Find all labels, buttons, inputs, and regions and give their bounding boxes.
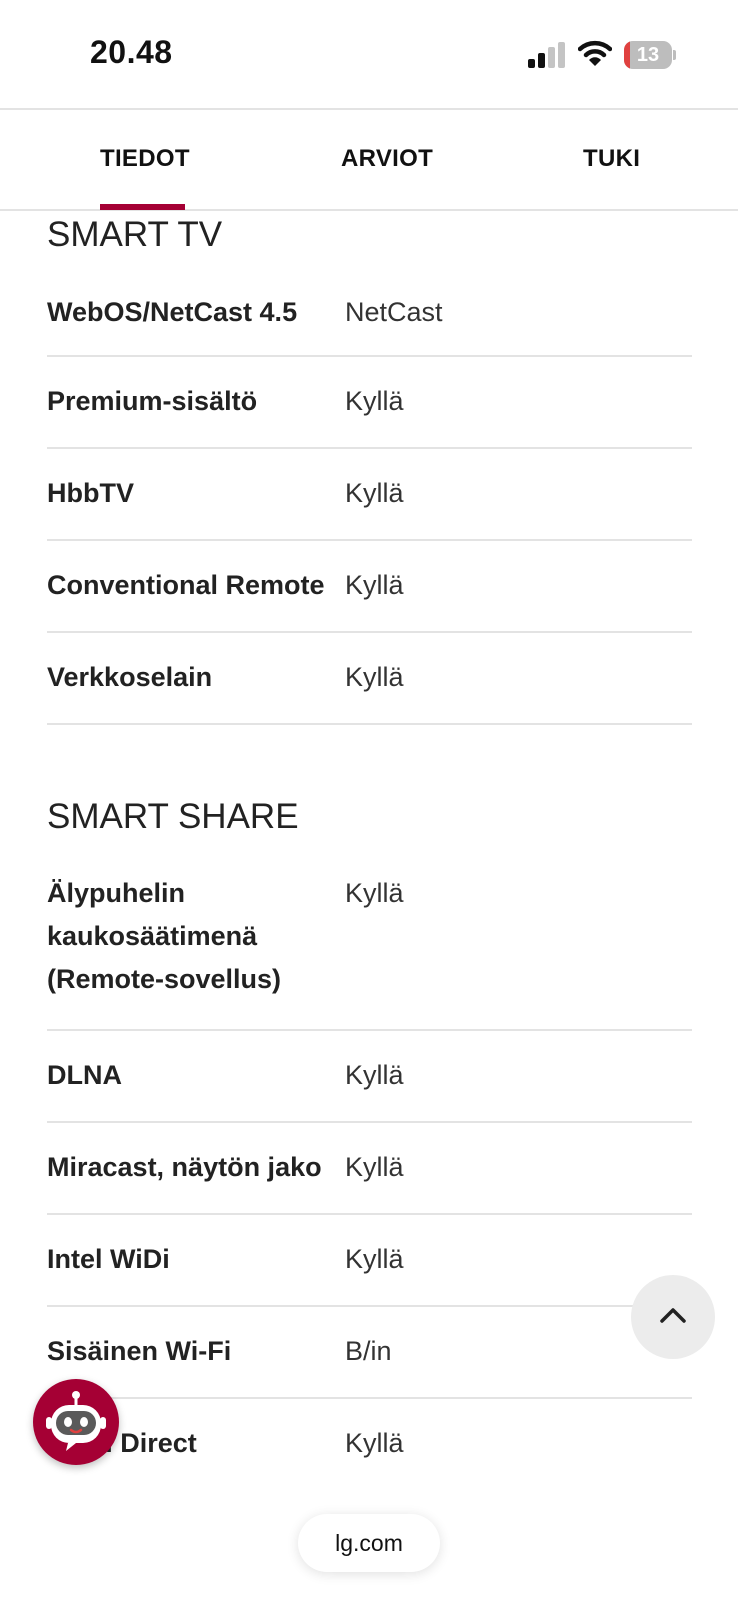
spec-row: Wi-Fi Direct Kyllä [47,1399,692,1491]
status-bar: 20.48 13 [0,0,738,110]
spec-label: Älypuhelin kaukosäätimenä (Remote-sovell… [47,878,282,994]
status-time: 20.48 [90,34,173,70]
spec-value: Kyllä [345,386,404,416]
spec-row: Älypuhelin kaukosäätimenä (Remote-sovell… [47,849,692,1031]
active-tab-indicator [100,204,185,210]
spec-label: Premium-sisältö [47,386,258,416]
spec-row: Miracast, näytön jako Kyllä [47,1123,692,1215]
spec-label: Sisäinen Wi-Fi [47,1336,232,1366]
spec-label: Conventional Remote [47,570,325,600]
spec-value: Kyllä [345,1152,404,1182]
battery-level: 13 [636,44,660,66]
signal-icon [528,42,565,68]
spec-label: Intel WiDi [47,1244,170,1274]
spec-value: Kyllä [345,1060,404,1090]
spec-value: Kyllä [345,478,404,508]
spec-row: Verkkoselain Kyllä [47,633,692,725]
chatbot-button[interactable] [33,1379,119,1465]
spec-value: B/in [345,1336,392,1366]
battery-body: 13 [624,41,672,69]
spec-label: Miracast, näytön jako [47,1152,322,1182]
chevron-up-icon [660,1308,686,1323]
spec-value: Kyllä [345,570,404,600]
spec-label: HbbTV [47,478,134,508]
spec-row: WebOS/NetCast 4.5 NetCast [47,267,692,357]
section-title-smart-tv: SMART TV [47,215,223,254]
spec-value: Kyllä [345,1428,404,1458]
spec-row: Intel WiDi Kyllä [47,1215,692,1307]
spec-row: HbbTV Kyllä [47,449,692,541]
spec-label: WebOS/NetCast 4.5 [47,297,298,327]
spec-value: Kyllä [345,878,404,908]
tab-arviot[interactable]: ARVIOT [341,145,433,173]
spec-content[interactable]: SMART TV WebOS/NetCast 4.5 NetCast Premi… [0,213,738,1600]
tab-tuki[interactable]: TUKI [583,145,640,173]
spec-value: Kyllä [345,662,404,692]
spec-row: DLNA Kyllä [47,1031,692,1123]
scroll-to-top-button[interactable] [631,1275,715,1359]
chatbot-icon [46,1391,106,1451]
spec-value: Kyllä [345,1244,404,1274]
spec-row: Conventional Remote Kyllä [47,541,692,633]
wifi-icon [578,40,612,66]
tab-tiedot[interactable]: TIEDOT [100,145,190,173]
spec-row: Premium-sisältö Kyllä [47,357,692,449]
browser-url-bar[interactable]: lg.com [298,1514,440,1572]
tab-bar: TIEDOT ARVIOT TUKI [0,111,738,211]
spec-value: NetCast [345,297,443,327]
spec-label: DLNA [47,1060,122,1090]
section-title-smart-share: SMART SHARE [47,797,299,836]
spec-row: Sisäinen Wi-Fi B/in [47,1307,692,1399]
battery-icon: 13 [624,41,676,69]
spec-label: Verkkoselain [47,662,213,692]
battery-cap [673,50,676,60]
